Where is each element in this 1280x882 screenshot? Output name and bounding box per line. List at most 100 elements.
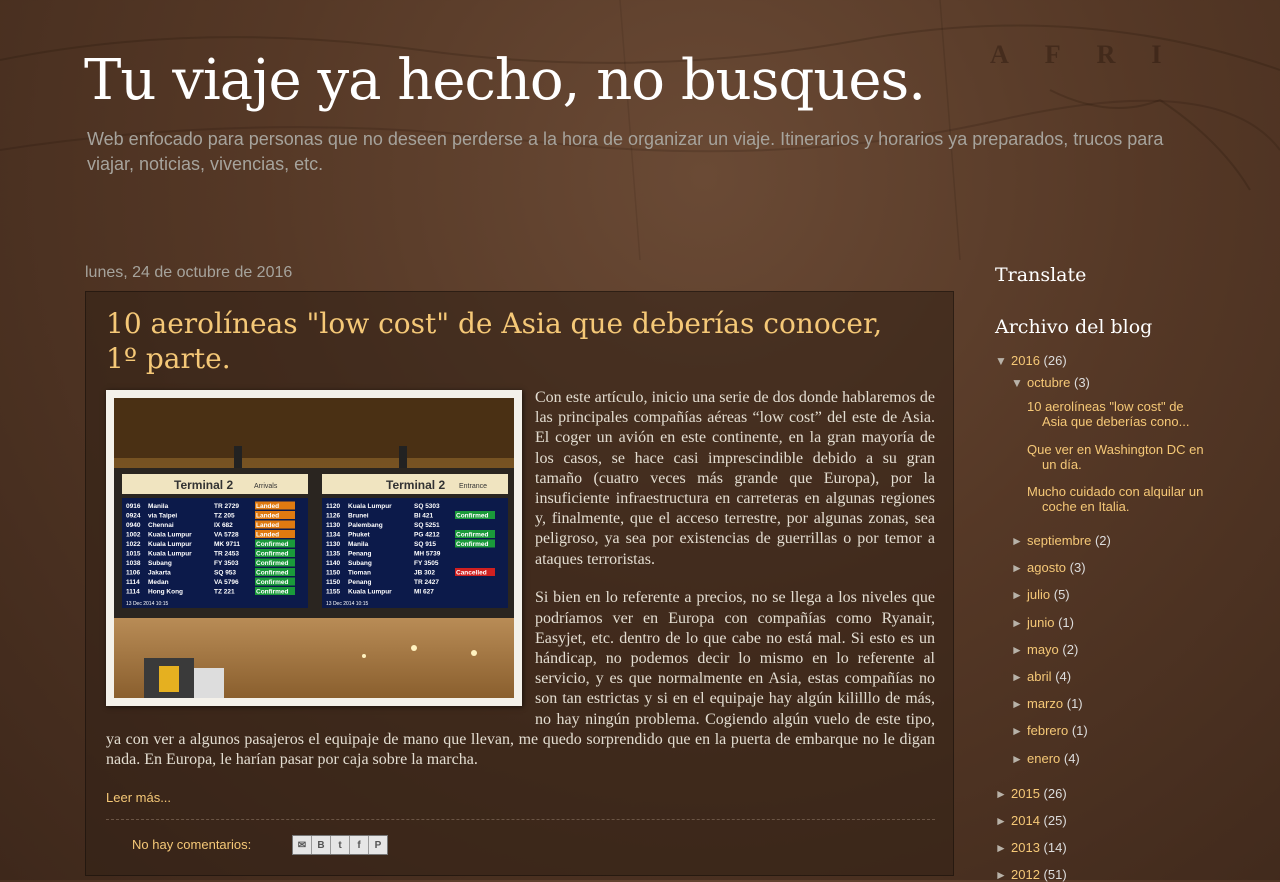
share-buttons: ✉ B t f P — [292, 835, 388, 855]
flight-cell: Landed — [256, 532, 279, 539]
flight-cell: 1106 — [126, 570, 140, 577]
archive-month-junio: ► junio (1) — [1011, 615, 1074, 630]
flight-cell: Jakarta — [148, 570, 171, 577]
flight-cell: SQ 5251 — [414, 522, 440, 529]
archive-year-link[interactable]: 2015 — [1011, 786, 1040, 801]
flight-cell: TR 2453 — [214, 551, 239, 558]
flight-cell: MK 9711 — [214, 541, 240, 548]
expand-toggle-icon[interactable]: ► — [1011, 670, 1027, 684]
blog-title[interactable]: Tu viaje ya hecho, no busques. — [84, 48, 1184, 113]
twitter-icon[interactable]: t — [331, 836, 350, 854]
flight-cell: BI 421 — [414, 513, 434, 520]
archive-month-link[interactable]: marzo — [1027, 696, 1063, 711]
flight-cell: MI 627 — [414, 589, 434, 596]
board-left-tag: Arrivals — [254, 483, 278, 490]
archive-count: (2) — [1062, 641, 1079, 657]
archive-month-mayo: ► mayo (2) — [1011, 642, 1078, 657]
archive-month-link[interactable]: mayo — [1027, 642, 1059, 657]
archive-month-link[interactable]: septiembre — [1027, 533, 1091, 548]
archive-year-link[interactable]: 2014 — [1011, 813, 1040, 828]
archive-year-2015: ► 2015 (26) — [995, 786, 1067, 801]
archive-year-2016: ▼ 2016 (26) — [995, 353, 1067, 368]
email-icon[interactable]: ✉ — [293, 836, 312, 854]
expand-toggle-icon[interactable]: ► — [1011, 561, 1027, 575]
board-left-date: 13 Dec 2014 10:15 — [126, 601, 168, 607]
post-footer-divider — [106, 819, 935, 820]
flight-cell: Kuala Lumpur — [348, 503, 392, 510]
archive-month-marzo: ► marzo (1) — [1011, 696, 1083, 711]
expand-toggle-icon[interactable]: ► — [1011, 534, 1027, 548]
archive-count: (26) — [1043, 353, 1067, 368]
flight-cell: Brunei — [348, 513, 369, 520]
flight-cell: JB 302 — [414, 570, 435, 577]
flight-cell: TR 2427 — [414, 579, 439, 586]
expand-toggle-icon[interactable]: ► — [1011, 697, 1027, 711]
flight-cell: 0924 — [126, 513, 141, 520]
collapse-toggle-icon[interactable]: ▼ — [995, 354, 1011, 368]
archive-count: (2) — [1094, 533, 1111, 548]
flight-cell: Palembang — [348, 522, 383, 529]
expand-toggle-icon[interactable]: ► — [1011, 588, 1027, 602]
pinterest-icon[interactable]: P — [369, 836, 387, 854]
archive-month-link[interactable]: agosto — [1027, 560, 1066, 575]
archive-count: (1) — [1071, 723, 1088, 739]
flight-cell: 1140 — [326, 560, 340, 567]
board-right-tag: Entrance — [459, 483, 487, 490]
archive-month-octubre: ▼ octubre (3) — [1011, 375, 1090, 390]
archive-month-link[interactable]: febrero — [1027, 723, 1068, 738]
blogger-icon[interactable]: B — [312, 836, 331, 854]
expand-toggle-icon[interactable]: ► — [995, 787, 1011, 801]
expand-toggle-icon[interactable]: ► — [1011, 752, 1027, 766]
archive-month-link[interactable]: julio — [1027, 587, 1050, 602]
archive-year-link[interactable]: 2016 — [1011, 353, 1040, 368]
collapse-toggle-icon[interactable]: ▼ — [1011, 376, 1027, 390]
expand-toggle-icon[interactable]: ► — [995, 841, 1011, 855]
read-more-link[interactable]: Leer más... — [106, 790, 171, 805]
flight-cell: Kuala Lumpur — [148, 541, 192, 548]
flight-cell: Landed — [256, 513, 279, 520]
expand-toggle-icon[interactable]: ► — [1011, 643, 1027, 657]
blog-header: Tu viaje ya hecho, no busques. Web enfoc… — [84, 48, 1184, 177]
flight-cell: Confirmed — [456, 513, 489, 520]
flight-cell: Confirmed — [256, 579, 289, 586]
post: 10 aerolíneas "low cost" de Asia que deb… — [85, 291, 954, 876]
archive-heading: Archivo del blog — [995, 316, 1153, 338]
archive-count: (5) — [1053, 587, 1070, 603]
archive-post-item[interactable]: Que ver en Washington DC en un día. — [1027, 442, 1207, 472]
flight-cell: Confirmed — [256, 541, 289, 548]
archive-month-link[interactable]: enero — [1027, 751, 1060, 766]
comments-link[interactable]: No hay comentarios: — [132, 837, 251, 852]
archive-month-link[interactable]: junio — [1027, 615, 1054, 630]
archive-month-link[interactable]: octubre — [1027, 375, 1070, 390]
archive-post-item[interactable]: Mucho cuidado con alquilar un coche en I… — [1027, 484, 1207, 514]
facebook-icon[interactable]: f — [350, 836, 369, 854]
flight-cell: FY 3505 — [414, 560, 439, 567]
archive-month-link[interactable]: abril — [1027, 669, 1052, 684]
post-image[interactable]: Terminal 2 Arrivals Terminal 2 Entrance … — [106, 390, 522, 706]
flight-cell: Manila — [348, 541, 369, 548]
flight-cell: Chennai — [148, 522, 174, 529]
flight-cell: 1038 — [126, 560, 141, 567]
flight-cell: 1130 — [326, 541, 340, 548]
archive-year-link[interactable]: 2013 — [1011, 840, 1040, 855]
expand-toggle-icon[interactable]: ► — [1011, 724, 1027, 738]
archive-count: (3) — [1069, 560, 1086, 576]
archive-month-enero: ► enero (4) — [1011, 751, 1080, 766]
expand-toggle-icon[interactable]: ► — [1011, 616, 1027, 630]
archive-post-item[interactable]: 10 aerolíneas "low cost" de Asia que deb… — [1027, 399, 1207, 429]
flight-cell: SQ 915 — [414, 541, 436, 548]
archive-month-septiembre: ► septiembre (2) — [1011, 533, 1111, 548]
board-left-title: Terminal 2 — [174, 478, 233, 492]
flight-cell: Cancelled — [456, 570, 487, 577]
post-title[interactable]: 10 aerolíneas "low cost" de Asia que deb… — [106, 306, 896, 376]
flight-cell: 1134 — [326, 532, 340, 539]
flight-cell: 1114 — [126, 579, 140, 586]
board-right-date: 13 Dec 2014 10:15 — [326, 601, 368, 607]
flight-cell: SQ 953 — [214, 570, 236, 577]
translate-heading: Translate — [995, 264, 1087, 286]
flight-cell: 1135 — [326, 551, 340, 558]
archive-count: (25) — [1043, 813, 1067, 828]
flight-cell: 1022 — [126, 541, 141, 548]
flight-cell: IX 682 — [214, 522, 233, 529]
expand-toggle-icon[interactable]: ► — [995, 814, 1011, 828]
